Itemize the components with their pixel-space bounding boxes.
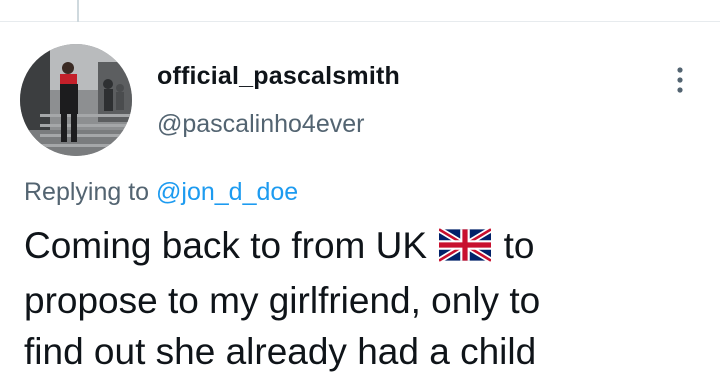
replying-to-mention[interactable]: @jon_d_doe — [156, 178, 298, 206]
display-name[interactable]: official_pascalsmith — [157, 62, 400, 91]
tweet-line-3: find out she already had a child — [24, 331, 537, 372]
top-divider — [0, 21, 720, 22]
replying-to-line: Replying to @jon_d_doe — [24, 178, 298, 207]
thread-connector-line — [77, 0, 79, 22]
more-vertical-icon — [677, 67, 683, 93]
replying-to-label: Replying to — [24, 178, 150, 206]
more-options-button[interactable] — [666, 62, 694, 98]
user-handle[interactable]: @pascalinho4ever — [157, 110, 364, 139]
tweet-line-1: Coming back to from UK to — [24, 220, 714, 275]
tweet-text-segment: Coming back to from UK — [24, 225, 428, 266]
tweet-text-segment: to — [503, 225, 535, 266]
tweet-text: Coming back to from UK to propose to my … — [24, 220, 714, 377]
tweet-line-2: propose to my girlfriend, only to — [24, 280, 541, 321]
uk-flag-icon — [437, 224, 493, 275]
avatar[interactable] — [20, 44, 132, 156]
avatar-photo — [20, 44, 132, 156]
